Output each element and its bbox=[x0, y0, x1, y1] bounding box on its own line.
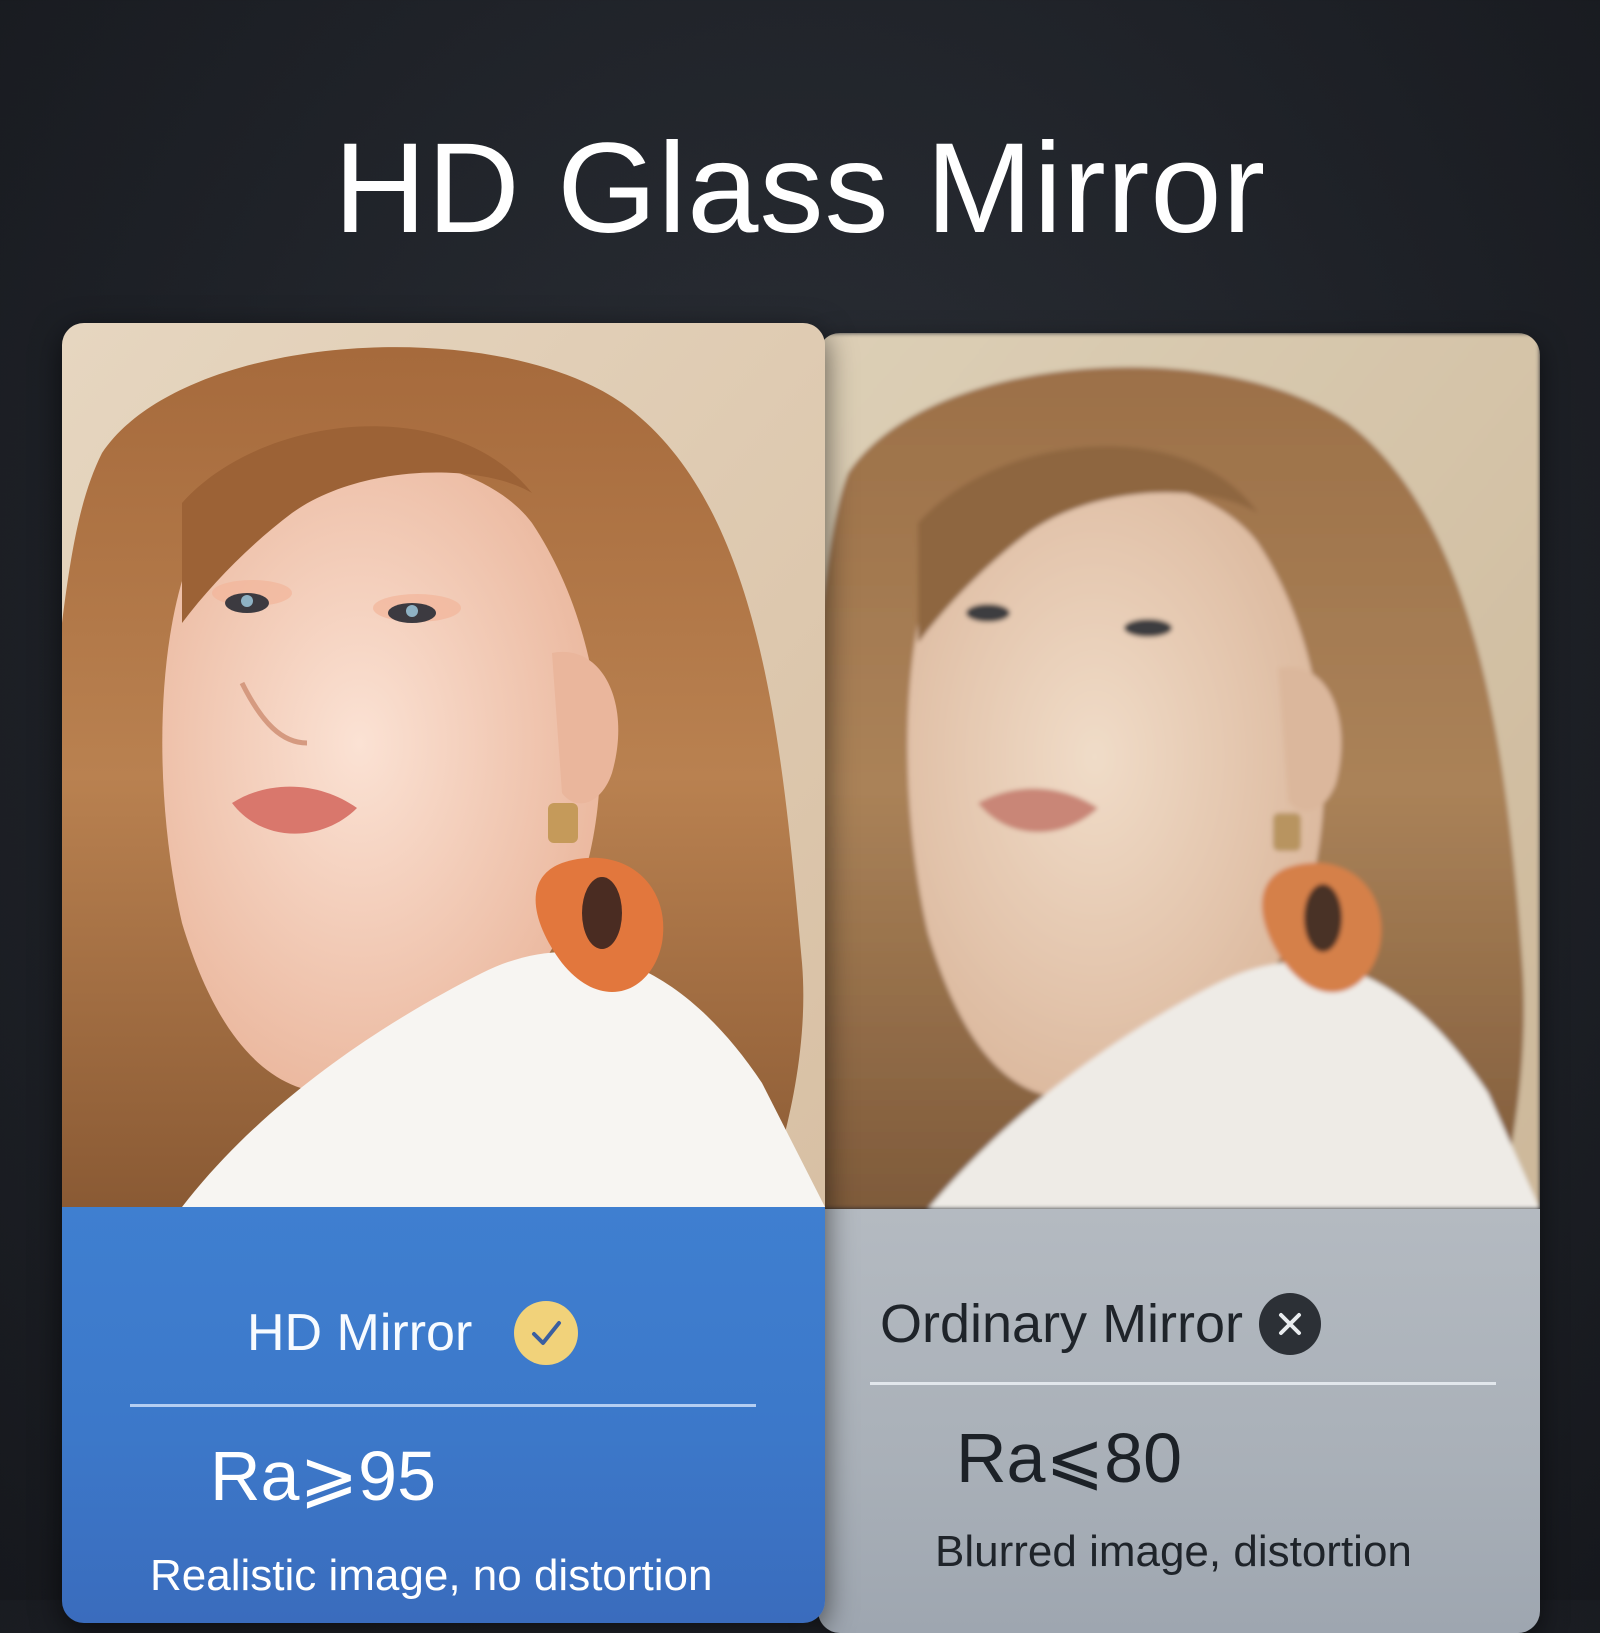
hd-mirror-description: Realistic image, no distortion bbox=[150, 1551, 713, 1600]
page-title: HD Glass Mirror bbox=[333, 117, 1267, 260]
ordinary-mirror-label-group: Ordinary Mirror bbox=[880, 1293, 1322, 1355]
ordinary-mirror-panel: Ordinary Mirror Ra⩽80 Blurred image, dis… bbox=[818, 1209, 1540, 1633]
ordinary-mirror-divider bbox=[870, 1382, 1496, 1385]
ordinary-mirror-photo bbox=[818, 333, 1540, 1209]
hd-mirror-label-group: HD Mirror bbox=[247, 1301, 579, 1365]
ordinary-mirror-description: Blurred image, distortion bbox=[935, 1527, 1412, 1576]
ordinary-mirror-ra-value: Ra⩽80 bbox=[956, 1419, 1182, 1497]
hd-mirror-card: HD Mirror Ra⩾95 Realistic image, no dist… bbox=[62, 323, 825, 1623]
hd-mirror-divider bbox=[130, 1404, 756, 1407]
ordinary-mirror-card: Ordinary Mirror Ra⩽80 Blurred image, dis… bbox=[818, 333, 1540, 1633]
hd-mirror-ra-value: Ra⩾95 bbox=[210, 1437, 436, 1515]
hd-mirror-label: HD Mirror bbox=[247, 1304, 473, 1362]
x-circle-icon bbox=[1259, 1293, 1322, 1355]
ordinary-mirror-label: Ordinary Mirror bbox=[880, 1294, 1244, 1354]
hd-mirror-panel: HD Mirror Ra⩾95 Realistic image, no dist… bbox=[62, 1207, 825, 1623]
check-circle-icon bbox=[514, 1301, 579, 1365]
hd-mirror-photo bbox=[62, 323, 825, 1207]
